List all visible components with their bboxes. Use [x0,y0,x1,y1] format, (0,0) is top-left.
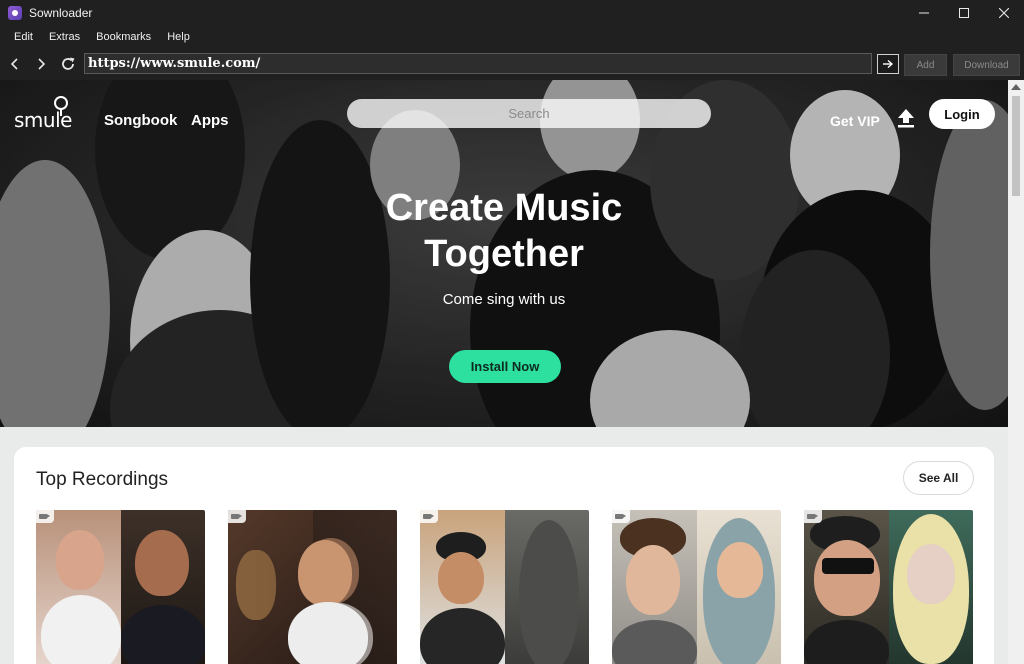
nav-link-apps[interactable]: Apps [191,112,229,129]
video-camera-icon [804,510,822,523]
smule-logo-text: smule [14,108,72,132]
upload-icon[interactable] [897,108,915,128]
title-bar: Sownloader [0,0,1024,26]
nav-link-songbook[interactable]: Songbook [104,112,177,129]
recording-thumbnail[interactable] [420,510,589,664]
video-camera-icon [612,510,630,523]
toolbar: Add Download [0,48,1024,80]
vertical-scrollbar[interactable] [1008,80,1024,664]
back-button[interactable] [5,54,25,74]
close-button[interactable] [984,0,1024,26]
menu-bookmarks[interactable]: Bookmarks [88,31,159,43]
back-arrow-icon [10,58,18,70]
minimize-icon [919,12,929,14]
url-input[interactable] [84,53,872,74]
top-recordings-card: Top Recordings See All [14,447,994,664]
maximize-icon [959,8,969,18]
forward-button[interactable] [31,54,51,74]
hero-banner: smule Songbook Apps Get VIP Login Create… [0,80,1008,427]
login-button[interactable]: Login [929,99,995,129]
menu-bar: Edit Extras Bookmarks Help [0,26,1024,48]
hero-title: Create Music Together [385,187,623,275]
recording-thumbnail[interactable] [804,510,973,664]
video-camera-icon [228,510,246,523]
scrollbar-thumb[interactable] [1012,96,1020,196]
install-now-button[interactable]: Install Now [449,350,561,383]
app-logo-icon [8,6,22,20]
menu-extras[interactable]: Extras [41,31,88,43]
web-viewport: smule Songbook Apps Get VIP Login Create… [0,80,1008,664]
download-button[interactable]: Download [953,54,1020,76]
forward-arrow-icon [38,58,46,70]
scroll-up-arrow-icon[interactable] [1011,84,1021,90]
section-title: Top Recordings [36,469,169,490]
window-controls [904,0,1024,26]
recording-thumbnail[interactable] [36,510,205,664]
arrow-right-icon [883,59,894,69]
get-vip-link[interactable]: Get VIP [830,113,880,129]
menu-edit[interactable]: Edit [6,31,41,43]
close-icon [999,8,1009,18]
reload-button[interactable] [58,54,78,74]
video-camera-icon [36,510,54,523]
app-window: Sownloader Edit Extras Bookmarks Help ht… [0,0,1024,664]
menu-help[interactable]: Help [159,31,198,43]
hero-subtitle: Come sing with us [442,291,566,308]
window-title: Sownloader [29,6,93,20]
add-button[interactable]: Add [904,54,947,76]
reload-icon [62,57,75,70]
minimize-button[interactable] [904,0,944,26]
maximize-button[interactable] [944,0,984,26]
video-camera-icon [420,510,438,523]
recording-thumbnail[interactable] [612,510,781,664]
search-input[interactable] [347,99,711,128]
go-button[interactable] [877,54,899,74]
recording-thumbnail[interactable] [228,510,397,664]
see-all-button[interactable]: See All [903,461,974,495]
